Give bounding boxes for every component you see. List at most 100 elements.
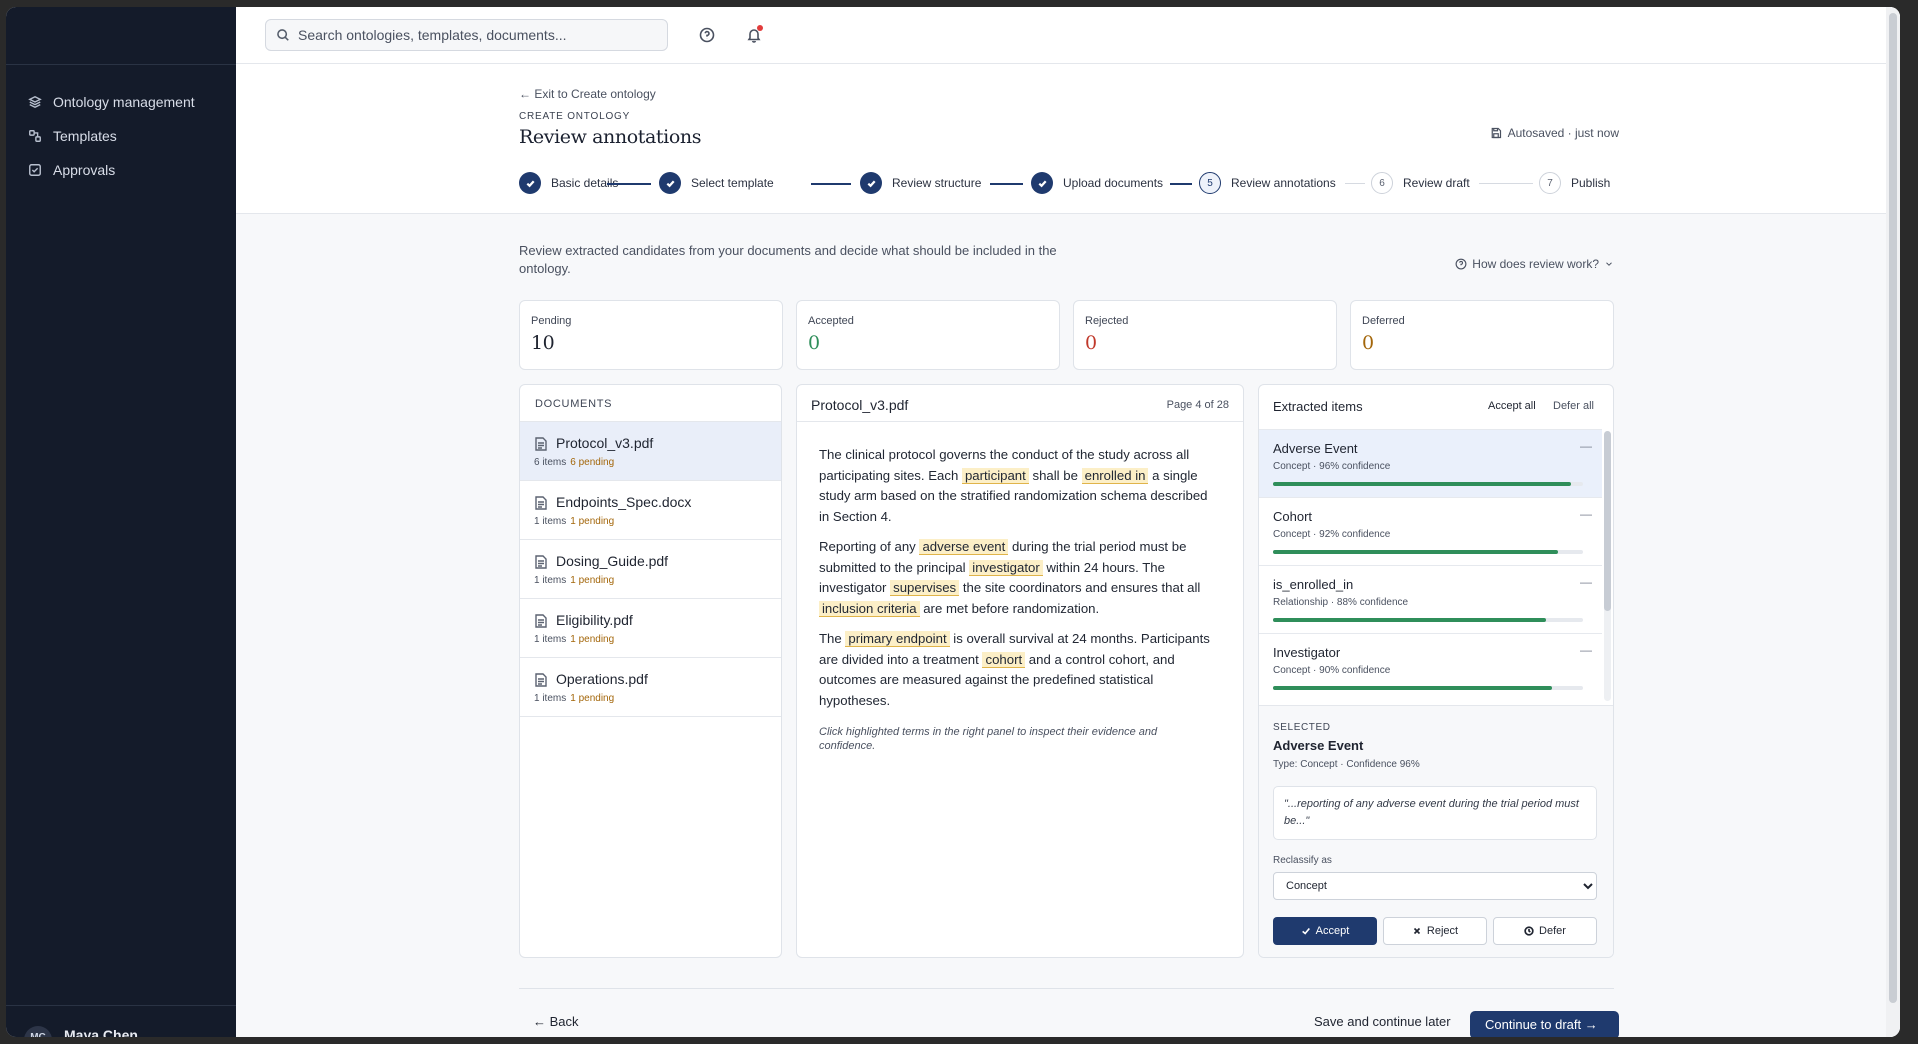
sidebar-item-templates[interactable]: Templates [6,119,236,153]
reclassify-label: Reclassify as [1273,855,1332,866]
step-connector [811,183,851,185]
accept-button[interactable]: Accept [1273,917,1377,945]
step-publish[interactable]: 7 Publish [1539,172,1610,194]
clock-icon [1524,926,1534,936]
document-paragraph: The primary endpoint is overall survival… [819,629,1219,711]
collapse-icon[interactable]: — [1580,439,1592,453]
step-label: Review annotations [1231,176,1336,190]
stat-label: Pending [531,315,572,327]
page-scrollbar[interactable] [1886,7,1900,1037]
sidebar-nav: Ontology management Templates Approvals [6,85,236,187]
document-item[interactable]: Operations.pdf 1 items 1 pending [520,658,781,717]
step-review-structure[interactable]: Review structure [860,172,981,194]
document-paragraph: The clinical protocol governs the conduc… [819,445,1219,527]
back-button[interactable]: ← Back [533,1014,579,1029]
collapse-icon[interactable]: — [1580,643,1592,657]
stat-label: Rejected [1085,315,1129,327]
how-review-works-link[interactable]: How does review work? [1455,257,1614,271]
document-viewer: Protocol_v3.pdf Page 4 of 28 The clinica… [796,384,1244,958]
step-review-annotations[interactable]: 5 Review annotations [1199,172,1336,194]
stat-accepted: Accepted 0 [796,300,1060,370]
document-item[interactable]: Endpoints_Spec.docx 1 items 1 pending [520,481,781,540]
item-count: 1 items [534,575,567,586]
extracted-item[interactable]: Investigator Concept · 90% confidence — [1259,633,1602,701]
notification-dot [757,25,763,31]
stat-value: 0 [808,332,820,354]
text: are met before randomization. [919,600,1100,616]
item-name: Adverse Event [1273,441,1358,456]
file-icon [535,496,547,510]
documents-heading: DOCUMENTS [520,385,781,422]
step-review-draft[interactable]: 6 Review draft [1371,172,1470,194]
search-box [265,19,668,51]
extracted-item[interactable]: Cohort Concept · 92% confidence — [1259,497,1602,565]
extracted-item[interactable]: Adverse Event Concept · 96% confidence — [1259,429,1602,497]
highlight-term[interactable]: investigator [969,559,1043,576]
intro-text: Review extracted candidates from your do… [519,243,1057,276]
document-item[interactable]: Eligibility.pdf 1 items 1 pending [520,599,781,658]
close-icon [1413,927,1420,935]
step-label: Publish [1571,176,1611,190]
evidence-quote: "...reporting of any adverse event durin… [1273,786,1597,840]
highlight-term[interactable]: enrolled in [1081,467,1149,484]
scrollbar-thumb[interactable] [1889,13,1897,1003]
selected-name: Adverse Event [1273,738,1364,753]
step-upload-documents[interactable]: Upload documents [1031,172,1163,194]
user-menu[interactable]: MC Maya Chen [6,1005,236,1037]
stat-rejected: Rejected 0 [1073,300,1337,370]
sidebar-item-label: Templates [53,128,117,144]
list-scrollbar[interactable] [1604,431,1611,701]
viewer-hint: Click highlighted terms in the right pan… [819,726,1158,752]
autosave-status: Autosaved · just now [1490,126,1619,140]
reclassify-select[interactable]: Concept [1273,872,1597,900]
stat-label: Accepted [808,315,854,327]
confidence-fill [1273,550,1559,554]
extracted-item[interactable]: is_enrolled_in Relationship · 88% confid… [1259,565,1602,633]
confidence-bar [1273,482,1583,486]
autosave-text: Autosaved · just now [1507,126,1619,140]
defer-button[interactable]: Defer [1493,917,1597,945]
topbar [236,7,1900,64]
collapse-icon[interactable]: — [1580,575,1592,589]
collapse-icon[interactable]: — [1580,507,1592,521]
document-paragraph: Reporting of any adverse event during th… [819,537,1219,619]
notifications-button[interactable] [746,25,763,43]
viewer-filename: Protocol_v3.pdf [811,397,909,413]
confidence-bar [1273,618,1583,622]
app-window: Ontology management Templates Approvals … [6,7,1900,1037]
save-later-button[interactable]: Save and continue later [1314,1014,1451,1029]
step-select-template[interactable]: Select template [659,172,774,194]
step-number: 5 [1199,172,1221,194]
help-button[interactable] [699,27,715,43]
highlight-term[interactable]: participant [961,467,1029,484]
accept-label: Accept [1315,925,1350,937]
selected-subtitle: Type: Concept · Confidence 96% [1273,759,1420,770]
highlight-term[interactable]: cohort [982,651,1026,668]
highlight-term[interactable]: primary endpoint [845,631,950,647]
stat-value: 0 [1362,332,1374,354]
stat-label: Deferred [1362,315,1405,327]
selected-label: SELECTED [1273,722,1331,733]
highlight-term[interactable]: inclusion criteria [819,600,920,617]
sidebar-item-label: Approvals [53,162,116,178]
continue-button[interactable]: Continue to draft → [1470,1011,1619,1037]
step-basic-details[interactable]: Basic details [519,172,618,194]
sidebar-item-ontology-management[interactable]: Ontology management [6,85,236,119]
scrollbar-thumb[interactable] [1604,431,1611,611]
highlight-term[interactable]: supervises [890,580,960,596]
document-name: Dosing_Guide.pdf [556,553,669,569]
reject-button[interactable]: Reject [1383,917,1487,945]
search-input[interactable] [298,27,658,43]
defer-all-button[interactable]: Defer all [1553,400,1594,412]
document-item[interactable]: Protocol_v3.pdf 6 items 6 pending [520,422,781,481]
document-meta: 1 items 1 pending [534,634,614,645]
sidebar-item-approvals[interactable]: Approvals [6,153,236,187]
exit-link[interactable]: ← Exit to Create ontology [519,87,656,101]
accept-all-button[interactable]: Accept all [1488,400,1536,412]
approvals-icon [29,164,41,176]
highlight-term[interactable]: adverse event [919,539,1009,555]
user-name: Maya Chen [64,1027,138,1037]
document-item[interactable]: Dosing_Guide.pdf 1 items 1 pending [520,540,781,599]
how-link-label: How does review work? [1472,257,1599,271]
page-header: ← Exit to Create ontology CREATE ONTOLOG… [236,64,1900,214]
